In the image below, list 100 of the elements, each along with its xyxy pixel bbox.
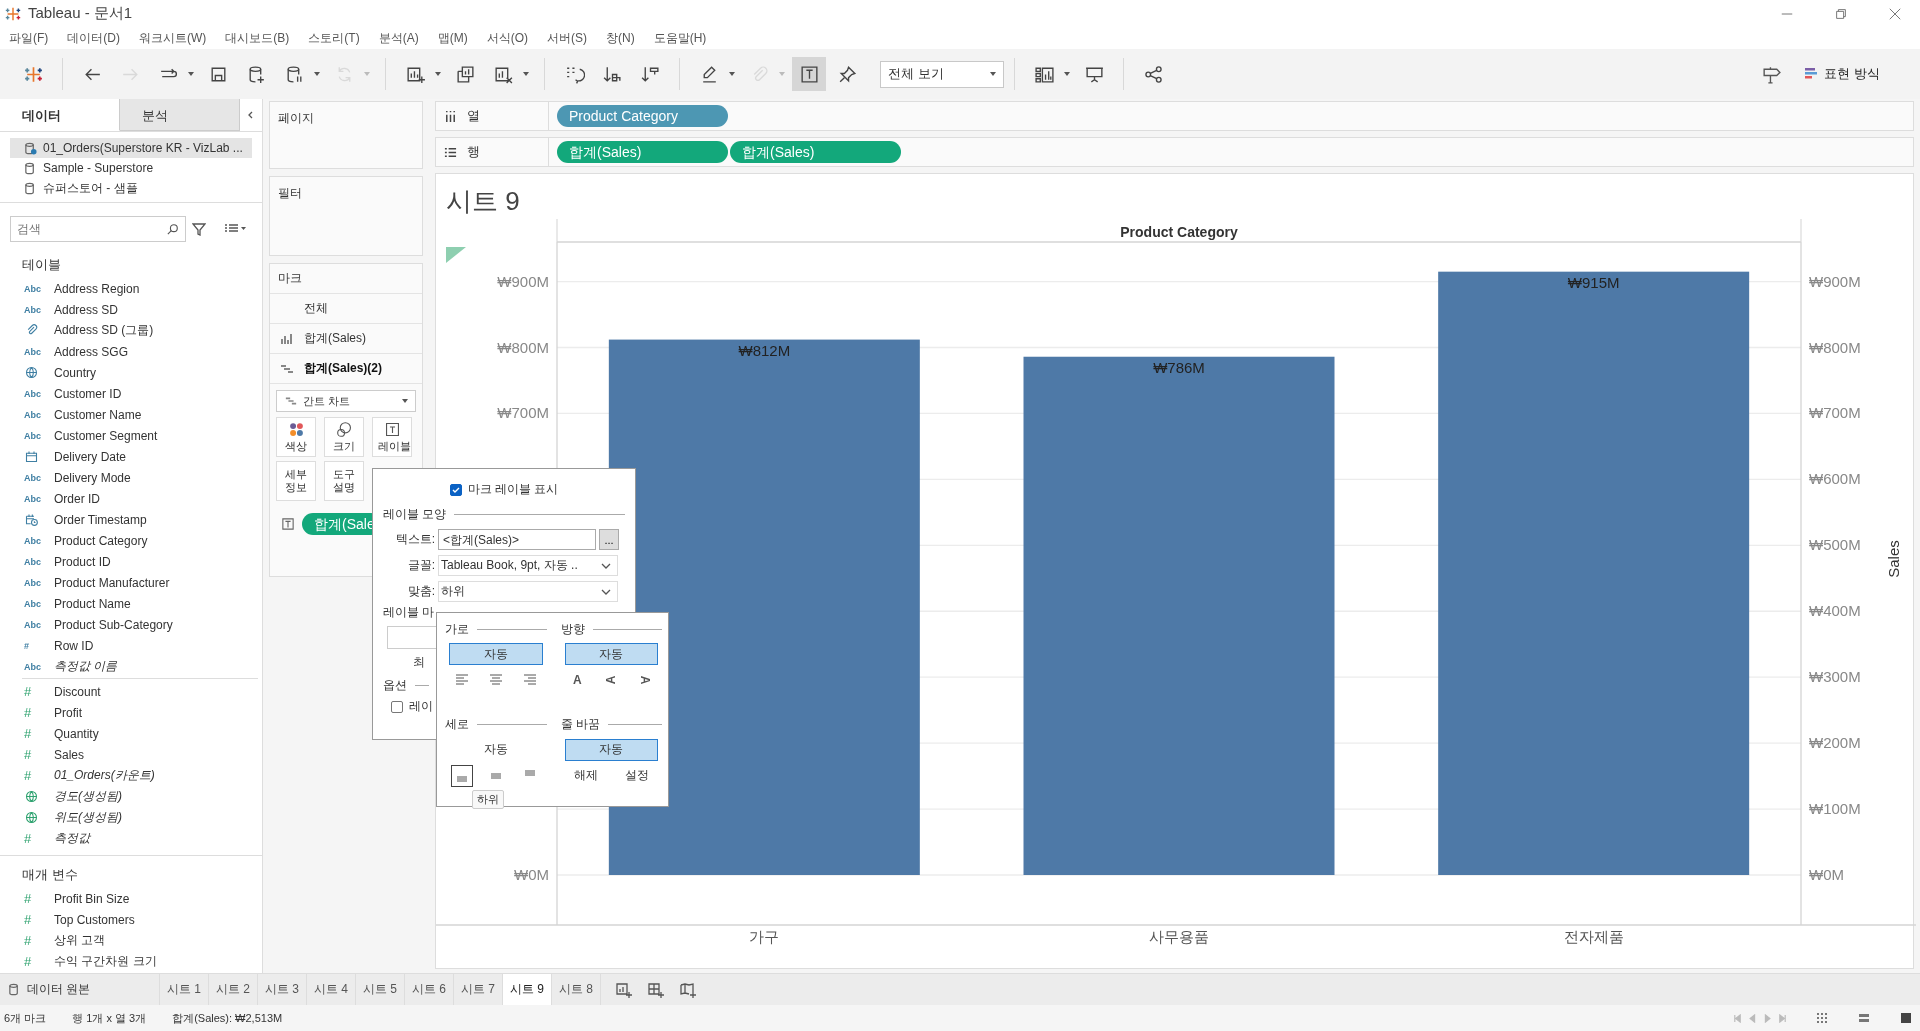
align-bottom-icon[interactable] xyxy=(450,764,473,787)
dropdown-caret-icon[interactable] xyxy=(1063,70,1071,78)
circles-icon xyxy=(335,421,353,438)
auto-option[interactable]: 자동 xyxy=(564,643,658,665)
parameter-item[interactable]: # Profit Bin Size xyxy=(0,888,262,909)
menu-item[interactable]: 대시보드(B) xyxy=(225,29,290,47)
detail-button[interactable]: 세부 정보 xyxy=(276,461,316,501)
menu-item[interactable]: 서버(S) xyxy=(547,29,587,47)
wrap-option[interactable]: 설정 xyxy=(621,766,652,785)
field-item[interactable]: # Quantity xyxy=(0,723,262,744)
field-item[interactable]: Order Timestamp xyxy=(0,509,262,530)
menu-item[interactable]: 파일(F) xyxy=(9,29,49,47)
marks-layer-tab[interactable]: 합계(Sales)(2) xyxy=(270,354,422,384)
text-direction-option[interactable]: A xyxy=(636,671,655,689)
field-item[interactable]: # 01_Orders(카운트) xyxy=(0,765,262,786)
field-type-icon: Abc xyxy=(24,619,44,630)
data-source-item[interactable]: 01_Orders(Superstore KR - VizLab ... xyxy=(10,138,252,158)
field-item[interactable]: # Row ID xyxy=(0,635,262,656)
menu-item[interactable]: 스토리(T) xyxy=(308,29,360,47)
tooltip-button[interactable]: 도구 설명 xyxy=(324,461,364,501)
data-source-item[interactable]: 슈퍼스토어 - 샘플 xyxy=(10,178,252,198)
restore-icon[interactable] xyxy=(1834,6,1848,21)
text-direction-option[interactable]: A xyxy=(569,671,586,689)
checkbox[interactable] xyxy=(449,483,462,496)
auto-option[interactable]: 자동 xyxy=(449,738,543,761)
section-heading: 테이블 xyxy=(21,256,62,274)
label-button[interactable]: 레이블 xyxy=(372,417,412,457)
menu-item[interactable]: 서식(O) xyxy=(486,29,528,47)
close-icon[interactable] xyxy=(1888,6,1902,21)
text-label-button[interactable] xyxy=(792,57,826,91)
dropdown-caret-icon[interactable] xyxy=(187,70,195,78)
axis-tick-label: ₩700M xyxy=(1809,404,1861,422)
field-item[interactable]: Delivery Date xyxy=(0,446,262,467)
dropdown-caret-icon[interactable] xyxy=(313,70,321,78)
menu-item[interactable]: 맵(M) xyxy=(437,29,468,47)
label-text-field[interactable]: <합계(Sales)> xyxy=(438,529,596,550)
new-story-icon[interactable] xyxy=(679,980,697,999)
menu-item[interactable]: 도움말(H) xyxy=(653,29,707,47)
category-label: 사무용품 xyxy=(1149,928,1209,946)
field-item[interactable]: # Sales xyxy=(0,744,262,765)
text-direction-option[interactable]: A xyxy=(602,671,621,689)
field-item[interactable]: 위도(생성됨) xyxy=(0,807,262,828)
size-button[interactable]: 크기 xyxy=(324,417,364,457)
field-item[interactable]: Address SD (그룹) xyxy=(0,320,262,341)
field-item[interactable]: Abc Product Sub-Category xyxy=(0,614,262,635)
parameter-item[interactable]: # 상위 고객 xyxy=(0,930,262,951)
menu-item[interactable]: 창(N) xyxy=(606,29,635,47)
field-type-icon: # xyxy=(24,768,44,783)
menu-item[interactable]: 워크시트(W) xyxy=(139,29,207,47)
new-dashboard-icon[interactable] xyxy=(647,980,665,999)
field-item[interactable]: Abc Product Category xyxy=(0,530,262,551)
field-item[interactable]: Abc Customer Segment xyxy=(0,425,262,446)
field-item[interactable]: Country xyxy=(0,362,262,383)
new-worksheet-icon[interactable] xyxy=(615,980,633,999)
data-source-item[interactable]: Sample - Superstore xyxy=(10,158,252,178)
dropdown-caret-icon[interactable] xyxy=(522,70,530,78)
rows-icon xyxy=(444,145,457,159)
field-item[interactable]: Abc Customer Name xyxy=(0,404,262,425)
globe-icon xyxy=(24,789,39,804)
field-item[interactable]: Abc Address SD xyxy=(0,299,262,320)
grid-view-icon[interactable] xyxy=(1816,1012,1828,1024)
color-button[interactable]: 색상 xyxy=(276,417,316,457)
pane-tab[interactable]: 분석 xyxy=(120,99,240,131)
menu-item[interactable]: 분석(A) xyxy=(378,29,419,47)
field-item[interactable]: Abc Product Name xyxy=(0,593,262,614)
marks-layer-tab[interactable]: 합계(Sales) xyxy=(270,324,422,354)
field-item[interactable]: Abc Product Manufacturer xyxy=(0,572,262,593)
field-item[interactable]: # Profit xyxy=(0,702,262,723)
field-item[interactable]: Abc 측정값 이름 xyxy=(0,656,262,677)
fit-dropdown[interactable]: 전체 보기 xyxy=(880,60,1004,88)
field-item[interactable]: # 측정값 xyxy=(0,828,262,849)
mark-type-dropdown[interactable]: 간트 차트 xyxy=(276,390,416,412)
font-dropdown[interactable]: Tableau Book, 9pt, 자동 .. xyxy=(438,555,618,576)
wrap-option[interactable]: 해제 xyxy=(570,766,601,785)
edit-text-button[interactable]: ... xyxy=(599,529,619,550)
checkbox[interactable] xyxy=(391,700,403,713)
parameter-item[interactable]: # 수익 구간차원 크기 xyxy=(0,951,262,972)
search-field[interactable]: 검색 xyxy=(10,216,186,242)
parameter-item[interactable]: # Top Customers xyxy=(0,909,262,930)
auto-option[interactable]: 자동 xyxy=(449,643,543,665)
menu-item[interactable]: 데이터(D) xyxy=(67,29,120,47)
field-item[interactable]: Abc Product ID xyxy=(0,551,262,572)
single-view-icon[interactable] xyxy=(1900,1012,1912,1024)
field-item[interactable]: 경도(생성됨) xyxy=(0,786,262,807)
field-item[interactable]: Abc Delivery Mode xyxy=(0,467,262,488)
auto-option[interactable]: 자동 xyxy=(564,738,658,761)
dropdown-caret-icon[interactable] xyxy=(434,70,442,78)
dropdown-caret-icon[interactable] xyxy=(728,70,736,78)
field-item[interactable]: Abc Order ID xyxy=(0,488,262,509)
field-item[interactable]: Abc Address SGG xyxy=(0,341,262,362)
show-me-button[interactable]: 표현 방식 xyxy=(1804,65,1880,83)
field-item[interactable]: Abc Customer ID xyxy=(0,383,262,404)
field-item[interactable]: Abc Address Region xyxy=(0,278,262,299)
checkbox-label: 마크 레이블 표시 xyxy=(467,481,559,498)
field-item[interactable]: # Discount xyxy=(0,681,262,702)
alignment-dropdown[interactable]: 하위 xyxy=(438,581,618,602)
marks-layer-tab[interactable]: 전체 xyxy=(270,294,422,324)
sheet-tab[interactable]: 시트 9 xyxy=(503,974,552,1005)
list-view-icon[interactable] xyxy=(1858,1012,1870,1024)
filter-icon[interactable] xyxy=(192,222,206,236)
